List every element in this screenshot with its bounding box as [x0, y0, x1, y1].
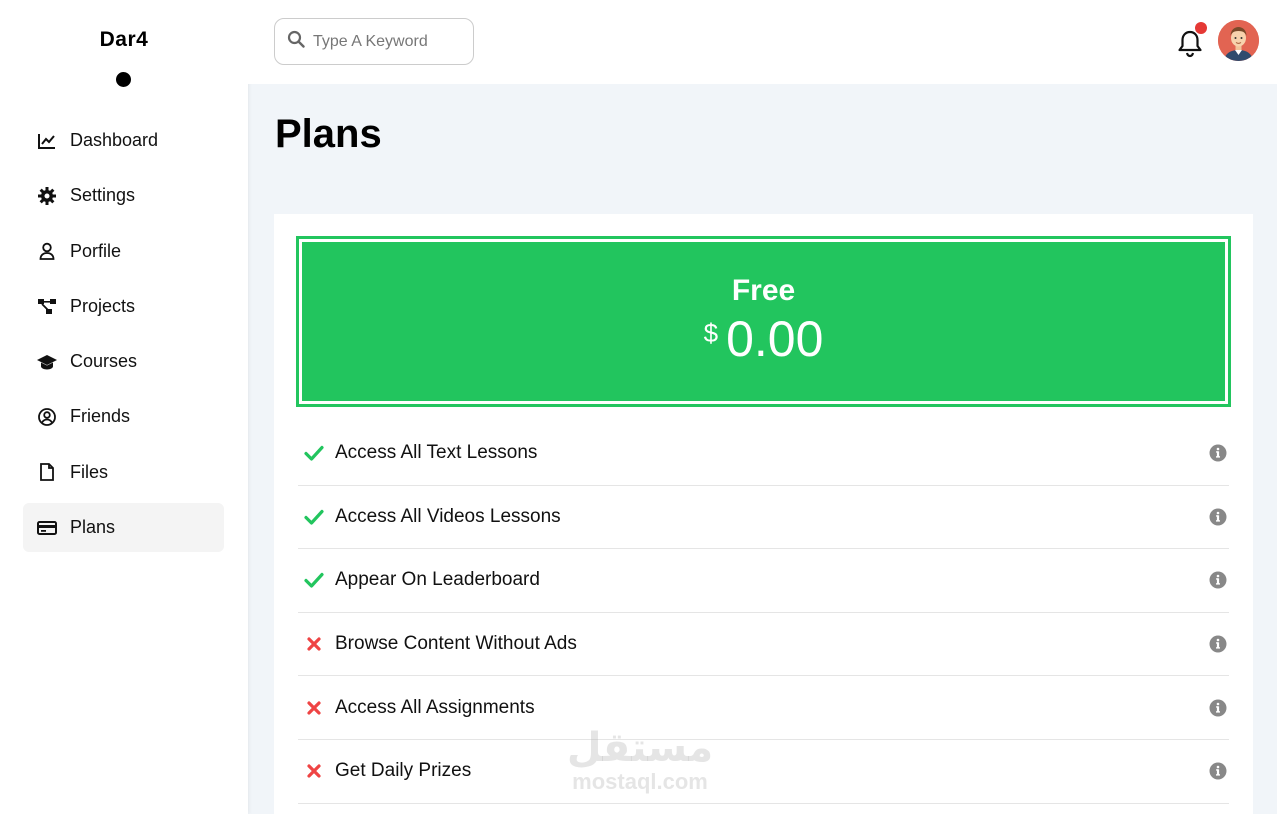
- diagram-project-icon: [37, 296, 57, 316]
- info-icon[interactable]: [1209, 444, 1227, 462]
- feature-label: Browse Content Without Ads: [335, 633, 577, 655]
- plan-card: Free $0.00 Access All Text Lessons Access…: [274, 214, 1253, 814]
- feature-row: Access All Text Lessons: [298, 422, 1229, 486]
- feature-label: Access All Text Lessons: [335, 442, 538, 464]
- gear-icon: [37, 186, 57, 206]
- info-icon[interactable]: [1209, 508, 1227, 526]
- plan-price: $0.00: [302, 310, 1225, 368]
- info-icon[interactable]: [1209, 635, 1227, 653]
- feature-label: Access All Assignments: [335, 696, 535, 718]
- feature-row: Get Daily Prizes: [298, 740, 1229, 804]
- credit-card-icon: [37, 518, 57, 538]
- sidebar-item-label: Settings: [70, 185, 136, 206]
- search-icon: [287, 30, 305, 53]
- sidebar-nav: Dashboard Settings Porfile Projects Cour…: [23, 116, 224, 558]
- plan-name: Free: [731, 274, 796, 307]
- brand-title: Dar4: [99, 28, 149, 51]
- feature-row: Browse Content Without Ads: [298, 613, 1229, 677]
- sidebar: Dar4 Dashboard Settings Porfile Projects: [0, 0, 248, 814]
- info-icon[interactable]: [1209, 571, 1227, 589]
- sidebar-item-projects[interactable]: Projects: [23, 282, 224, 331]
- circle-user-icon: [37, 407, 57, 427]
- top-header: [248, 0, 1277, 84]
- info-icon[interactable]: [1209, 762, 1227, 780]
- sidebar-item-profile[interactable]: Porfile: [23, 227, 224, 276]
- sidebar-item-friends[interactable]: Friends: [23, 392, 224, 441]
- feature-list: Access All Text Lessons Access All Videos…: [298, 422, 1229, 804]
- feature-label: Get Daily Prizes: [335, 760, 472, 782]
- sidebar-item-dashboard[interactable]: Dashboard: [23, 116, 224, 165]
- sidebar-item-label: Plans: [70, 517, 116, 538]
- info-icon[interactable]: [1209, 699, 1227, 717]
- plan-header: Free $0.00: [296, 236, 1231, 407]
- check-icon: [302, 509, 326, 525]
- sidebar-item-label: Dashboard: [70, 130, 159, 150]
- feature-label: Access All Videos Lessons: [335, 505, 561, 527]
- cross-icon: [302, 701, 326, 715]
- sidebar-item-label: Files: [70, 461, 109, 482]
- file-icon: [37, 462, 57, 482]
- notification-dot: [1195, 22, 1207, 34]
- check-icon: [302, 445, 326, 461]
- currency-symbol: $: [703, 318, 719, 348]
- graduation-cap-icon: [37, 352, 57, 372]
- page-title: Plans: [275, 112, 382, 156]
- chart-line-icon: [37, 131, 57, 151]
- feature-row: Access All Videos Lessons: [298, 486, 1229, 550]
- brand-dot: [116, 72, 131, 87]
- feature-row: Appear On Leaderboard: [298, 549, 1229, 613]
- feature-row: Access All Assignments: [298, 676, 1229, 740]
- sidebar-item-settings[interactable]: Settings: [23, 171, 224, 220]
- sidebar-item-label: Porfile: [70, 240, 122, 261]
- sidebar-item-courses[interactable]: Courses: [23, 337, 224, 386]
- cross-icon: [302, 637, 326, 651]
- sidebar-item-label: Projects: [70, 295, 136, 316]
- search-input[interactable]: [313, 32, 463, 51]
- cross-icon: [302, 764, 326, 778]
- feature-label: Appear On Leaderboard: [335, 569, 540, 591]
- sidebar-item-label: Friends: [70, 406, 131, 427]
- sidebar-item-files[interactable]: Files: [23, 448, 224, 497]
- sidebar-item-label: Courses: [70, 351, 138, 372]
- check-icon: [302, 572, 326, 589]
- search-box[interactable]: [274, 18, 474, 65]
- user-icon: [37, 241, 57, 261]
- sidebar-item-plans[interactable]: Plans: [23, 503, 224, 553]
- avatar[interactable]: [1218, 20, 1259, 61]
- price-amount: 0.00: [726, 311, 824, 367]
